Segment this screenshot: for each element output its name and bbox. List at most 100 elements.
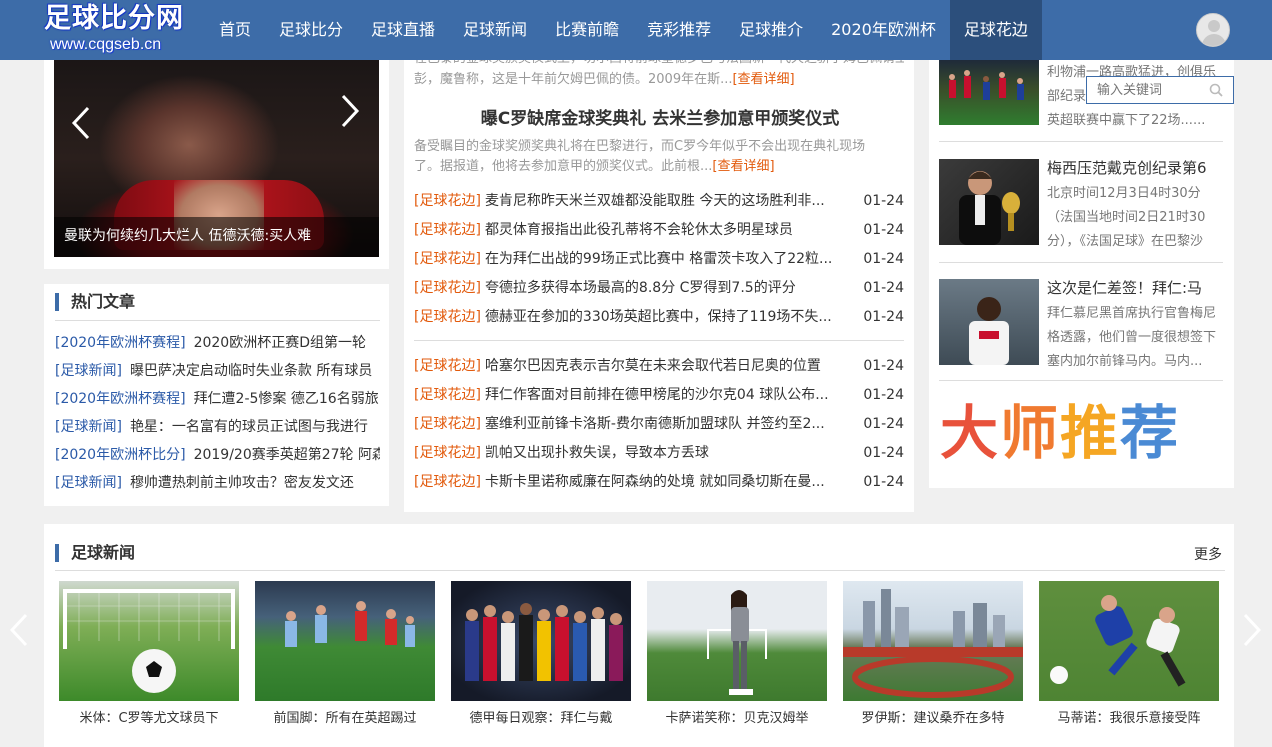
article-title[interactable]: 2020欧洲杯正赛D组第一轮	[194, 335, 366, 351]
view-detail-link[interactable]: [查看详细]	[712, 159, 774, 174]
news-row[interactable]: [足球花边] 凯帕又出现扑救失误，导致本方丢球 01-24	[414, 442, 904, 464]
master-recommend-banner[interactable]: 大师推荐	[940, 398, 1224, 468]
nav-item-home[interactable]: 首页	[205, 0, 265, 60]
view-detail-link[interactable]: [查看详细]	[732, 72, 794, 87]
news-tag[interactable]: [足球花边]	[414, 416, 481, 432]
article-tag[interactable]: [足球新闻]	[55, 475, 122, 491]
nav-item-tips[interactable]: 足球推介	[725, 0, 817, 60]
article-thumbnail[interactable]	[939, 159, 1039, 245]
news-row[interactable]: [足球花边] 麦肯尼称昨天米兰双雄都没能取胜 今天的这场胜利非... 01-24	[414, 190, 904, 212]
article-title[interactable]: 这次是仁差签！拜仁:马	[1047, 277, 1227, 298]
news-card[interactable]: 米体：C罗等尤文球员下	[59, 581, 239, 726]
list-item[interactable]: [足球新闻] 曝巴萨决定启动临时失业条款 所有球员	[55, 360, 380, 380]
news-card-image[interactable]	[843, 581, 1023, 701]
article-title[interactable]: 拜仁遭2-5惨案 德乙16名弱旅	[194, 391, 379, 407]
news-card-caption[interactable]: 罗伊斯：建议桑乔在多特	[843, 707, 1023, 726]
carousel-next-icon[interactable]	[1241, 613, 1263, 647]
more-link[interactable]: 更多	[1194, 544, 1222, 564]
list-item[interactable]: [足球新闻] 艳星：一名富有的球员正试图与我进行	[55, 416, 380, 436]
news-row[interactable]: [足球花边] 都灵体育报指出此役孔蒂将不会轮休太多明星球员 01-24	[414, 219, 904, 241]
search-box	[1086, 76, 1234, 104]
news-card-caption[interactable]: 米体：C罗等尤文球员下	[59, 707, 239, 726]
news-title[interactable]: 凯帕又出现扑救失误，导致本方丢球	[485, 442, 851, 464]
news-tag[interactable]: [足球花边]	[414, 251, 481, 267]
article-desc-2: 格透露，他们曾一度很想签下	[1047, 330, 1217, 345]
news-tag[interactable]: [足球花边]	[414, 474, 481, 490]
news-tag[interactable]: [足球花边]	[414, 309, 481, 325]
news-tag[interactable]: [足球花边]	[414, 222, 481, 238]
news-title[interactable]: 德赫亚在参加的330场英超比赛中，保持了119场不失...	[485, 306, 851, 328]
article-thumbnail[interactable]	[939, 60, 1039, 125]
news-row[interactable]: [足球花边] 哈塞尔巴因克表示吉尔莫在未来会取代若日尼奥的位置 01-24	[414, 355, 904, 377]
news-title[interactable]: 在为拜仁出战的99场正式比赛中 格雷茨卡攻入了22粒...	[485, 248, 851, 270]
article-tag[interactable]: [2020年欧洲杯赛程]	[55, 391, 186, 407]
list-item[interactable]: [2020年欧洲杯比分] 2019/20赛季英超第27轮 阿森	[55, 444, 380, 464]
article-title[interactable]: 曝巴萨决定启动临时失业条款 所有球员	[130, 363, 372, 379]
news-card-image[interactable]	[647, 581, 827, 701]
news-title[interactable]: 拜仁作客面对目前排在德甲榜尾的沙尔克04 球队公布...	[485, 384, 851, 406]
news-card-image[interactable]	[1039, 581, 1219, 701]
nav-item-scores[interactable]: 足球比分	[265, 0, 357, 60]
news-card-image[interactable]	[451, 581, 631, 701]
slider-caption[interactable]: 曼联为何续约几大烂人 伍德沃德:买人难	[64, 225, 311, 245]
news-row[interactable]: [足球花边] 拜仁作客面对目前排在德甲榜尾的沙尔克04 球队公布... 01-24	[414, 384, 904, 406]
news-title[interactable]: 麦肯尼称昨天米兰双雄都没能取胜 今天的这场胜利非...	[485, 190, 851, 212]
news-card[interactable]: 罗伊斯：建议桑乔在多特	[843, 581, 1023, 726]
list-item[interactable]: [2020年欧洲杯赛程] 拜仁遭2-5惨案 德乙16名弱旅	[55, 388, 380, 408]
summary-line1: 备受瞩目的金球奖颁奖典礼将在巴黎进行，而C罗今年似乎不会出现在典礼现场	[414, 139, 866, 154]
article-tag[interactable]: [足球新闻]	[55, 363, 122, 379]
news-card[interactable]: 德甲每日观察：拜仁与戴	[451, 581, 631, 726]
news-card-caption[interactable]: 前国脚：所有在英超踢过	[255, 707, 435, 726]
news-row[interactable]: [足球花边] 在为拜仁出战的99场正式比赛中 格雷茨卡攻入了22粒... 01-24	[414, 248, 904, 270]
news-title[interactable]: 卡斯卡里诺称威廉在阿森纳的处境 就如同桑切斯在曼...	[485, 471, 851, 493]
news-title[interactable]: 哈塞尔巴因克表示吉尔莫在未来会取代若日尼奥的位置	[485, 355, 851, 377]
article-title[interactable]: 穆帅遭热刺前主帅攻击？密友发文还	[130, 475, 354, 491]
news-tag[interactable]: [足球花边]	[414, 445, 481, 461]
news-tag[interactable]: [足球花边]	[414, 387, 481, 403]
slider-next-icon[interactable]	[339, 94, 361, 128]
search-icon[interactable]	[1209, 83, 1223, 97]
article-tag[interactable]: [2020年欧洲杯比分]	[55, 447, 186, 463]
news-row[interactable]: [足球花边] 塞维利亚前锋卡洛斯-费尔南德斯加盟球队 并签约至2... 01-24	[414, 413, 904, 435]
news-card-image[interactable]	[255, 581, 435, 701]
nav-item-preview[interactable]: 比赛前瞻	[541, 0, 633, 60]
news-card[interactable]: 前国脚：所有在英超踢过	[255, 581, 435, 726]
news-tag[interactable]: [足球花边]	[414, 358, 481, 374]
article-title[interactable]: 梅西压范戴克创纪录第6	[1047, 157, 1227, 178]
article-tag[interactable]: [2020年欧洲杯赛程]	[55, 335, 186, 351]
nav-item-gossip[interactable]: 足球花边	[949, 0, 1042, 60]
user-avatar-icon[interactable]	[1196, 13, 1230, 47]
carousel-prev-icon[interactable]	[8, 613, 30, 647]
news-date: 01-24	[863, 251, 904, 267]
news-row[interactable]: [足球花边] 夸德拉多获得本场最高的8.8分 C罗得到7.5的评分 01-24	[414, 277, 904, 299]
article-title[interactable]: 2019/20赛季英超第27轮 阿森	[194, 447, 380, 463]
nav-item-live[interactable]: 足球直播	[357, 0, 449, 60]
news-card[interactable]: 卡萨诺笑称：贝克汉姆举	[647, 581, 827, 726]
slider-prev-icon[interactable]	[70, 106, 92, 140]
news-card-caption[interactable]: 德甲每日观察：拜仁与戴	[451, 707, 631, 726]
site-logo[interactable]: 足球比分网 www.cqgseb.cn	[44, 2, 204, 58]
nav-item-lottery[interactable]: 竞彩推荐	[633, 0, 725, 60]
article-title[interactable]: 艳星：一名富有的球员正试图与我进行	[130, 419, 368, 435]
news-title[interactable]: 夸德拉多获得本场最高的8.8分 C罗得到7.5的评分	[485, 277, 851, 299]
news-card-image[interactable]	[59, 581, 239, 701]
article-tag[interactable]: [足球新闻]	[55, 419, 122, 435]
nav-item-euro2020[interactable]: 2020年欧洲杯	[817, 0, 950, 60]
news-card-caption[interactable]: 马蒂诺：我很乐意接受阵	[1039, 707, 1219, 726]
news-tag[interactable]: [足球花边]	[414, 193, 481, 209]
news-card-caption[interactable]: 卡萨诺笑称：贝克汉姆举	[647, 707, 827, 726]
news-title[interactable]: 都灵体育报指出此役孔蒂将不会轮休太多明星球员	[485, 219, 851, 241]
news-title[interactable]: 塞维利亚前锋卡洛斯-费尔南德斯加盟球队 并签约至2...	[485, 413, 851, 435]
nav-item-news[interactable]: 足球新闻	[449, 0, 541, 60]
list-item[interactable]: [足球新闻] 穆帅遭热刺前主帅攻击？密友发文还	[55, 472, 380, 492]
search-input[interactable]	[1087, 77, 1205, 103]
image-slider[interactable]: 曼联为何续约几大烂人 伍德沃德:买人难	[54, 60, 379, 257]
news-tag[interactable]: [足球花边]	[414, 280, 481, 296]
headline[interactable]: 曝C罗缺席金球奖典礼 去米兰参加意甲颁奖仪式	[405, 104, 915, 129]
news-card[interactable]: 马蒂诺：我很乐意接受阵	[1039, 581, 1219, 726]
article-thumbnail[interactable]	[939, 279, 1039, 365]
banner-char: 推	[1060, 399, 1121, 467]
news-row[interactable]: [足球花边] 卡斯卡里诺称威廉在阿森纳的处境 就如同桑切斯在曼... 01-24	[414, 471, 904, 493]
list-item[interactable]: [2020年欧洲杯赛程] 2020欧洲杯正赛D组第一轮	[55, 332, 380, 352]
news-row[interactable]: [足球花边] 德赫亚在参加的330场英超比赛中，保持了119场不失... 01-24	[414, 306, 904, 328]
